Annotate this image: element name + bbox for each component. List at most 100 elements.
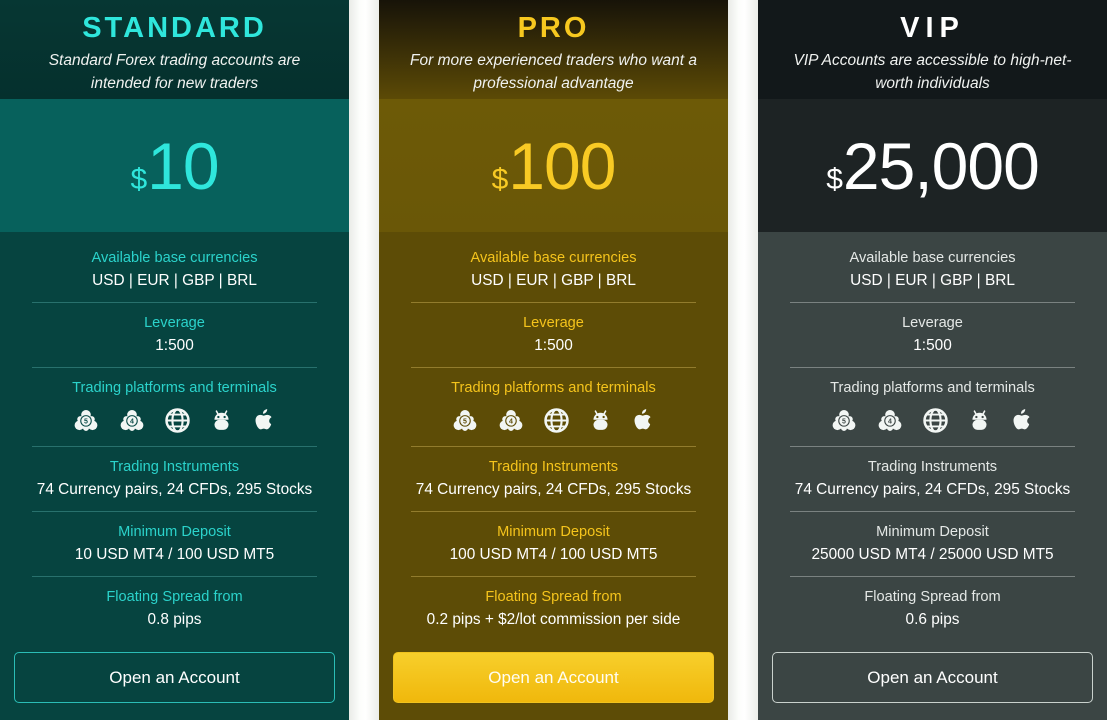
cta-container: Open an Account (379, 652, 728, 720)
feature-row-spread: Floating Spread from 0.6 pips (790, 576, 1075, 641)
web-globe-icon[interactable] (164, 407, 191, 434)
feature-row-min-deposit: Minimum Deposit 100 USD MT4 / 100 USD MT… (411, 511, 696, 576)
feature-value: 74 Currency pairs, 24 CFDs, 295 Stocks (794, 481, 1071, 498)
svg-text:5: 5 (842, 419, 846, 426)
feature-value: 74 Currency pairs, 24 CFDs, 295 Stocks (415, 481, 692, 498)
svg-text:4: 4 (509, 419, 513, 426)
price-amount: 25,000 (842, 128, 1040, 203)
web-globe-icon[interactable] (922, 407, 949, 434)
feature-label: Minimum Deposit (118, 524, 231, 540)
feature-row-platforms: Trading platforms and terminals 5 4 (411, 367, 696, 446)
feature-row-instruments: Trading Instruments 74 Currency pairs, 2… (411, 446, 696, 511)
android-icon[interactable] (588, 407, 613, 434)
feature-value: USD | EUR | GBP | BRL (92, 272, 257, 289)
apple-icon[interactable] (631, 406, 656, 434)
feature-label: Minimum Deposit (876, 524, 989, 540)
feature-row-min-deposit: Minimum Deposit 10 USD MT4 / 100 USD MT5 (32, 511, 317, 576)
platform-icons: 5 4 (790, 403, 1075, 437)
feature-value: 1:500 (155, 337, 194, 354)
feature-list: Available base currencies USD | EUR | GB… (0, 232, 349, 652)
price: $ 100 (491, 128, 617, 203)
feature-row-currencies: Available base currencies USD | EUR | GB… (32, 248, 317, 302)
card-header: PRO For more experienced traders who wan… (379, 0, 728, 99)
feature-value: 1:500 (534, 337, 573, 354)
plan-card-standard: STANDARD Standard Forex trading accounts… (0, 0, 349, 720)
mt4-icon[interactable]: 4 (876, 406, 904, 434)
feature-label: Available base currencies (470, 250, 637, 266)
feature-row-instruments: Trading Instruments 74 Currency pairs, 2… (32, 446, 317, 511)
card-header: VIP VIP Accounts are accessible to high-… (758, 0, 1107, 99)
feature-value: 25000 USD MT4 / 25000 USD MT5 (811, 546, 1054, 563)
plan-description: VIP Accounts are accessible to high-net-… (793, 52, 1072, 92)
apple-icon[interactable] (1010, 406, 1035, 434)
mt5-icon[interactable]: 5 (451, 406, 479, 434)
currency-symbol: $ (826, 162, 843, 196)
platform-icons: 5 4 (411, 403, 696, 437)
mt4-icon[interactable]: 4 (118, 406, 146, 434)
feature-row-instruments: Trading Instruments 74 Currency pairs, 2… (790, 446, 1075, 511)
price: $ 25,000 (826, 128, 1040, 203)
mt5-icon[interactable]: 5 (72, 406, 100, 434)
feature-label: Floating Spread from (864, 589, 1001, 605)
feature-label: Trading Instruments (109, 459, 240, 475)
feature-label: Trading platforms and terminals (451, 380, 656, 396)
web-globe-icon[interactable] (543, 407, 570, 434)
price-amount: 100 (508, 128, 616, 203)
cta-container: Open an Account (758, 652, 1107, 720)
feature-label: Leverage (144, 315, 205, 331)
column-gap (349, 0, 379, 720)
apple-icon[interactable] (252, 406, 277, 434)
feature-label: Minimum Deposit (497, 524, 610, 540)
feature-value: 0.2 pips + $2/lot commission per side (426, 611, 681, 628)
feature-label: Leverage (523, 315, 584, 331)
currency-symbol: $ (491, 162, 509, 196)
cta-container: Open an Account (0, 652, 349, 720)
feature-label: Floating Spread from (106, 589, 243, 605)
mt4-icon[interactable]: 4 (497, 406, 525, 434)
feature-row-currencies: Available base currencies USD | EUR | GB… (411, 248, 696, 302)
feature-label: Available base currencies (91, 250, 258, 266)
plan-title: STANDARD (82, 12, 267, 44)
feature-value: 74 Currency pairs, 24 CFDs, 295 Stocks (36, 481, 313, 498)
feature-row-spread: Floating Spread from 0.2 pips + $2/lot c… (411, 576, 696, 641)
open-account-button[interactable]: Open an Account (14, 652, 335, 703)
android-icon[interactable] (967, 407, 992, 434)
mt5-icon[interactable]: 5 (830, 406, 858, 434)
svg-text:5: 5 (84, 419, 88, 426)
feature-row-spread: Floating Spread from 0.8 pips (32, 576, 317, 641)
price-band: $ 10 (0, 99, 349, 232)
feature-label: Floating Spread from (485, 589, 622, 605)
feature-value: 100 USD MT4 / 100 USD MT5 (449, 546, 658, 563)
price-band: $ 25,000 (758, 99, 1107, 232)
svg-text:4: 4 (888, 419, 892, 426)
android-icon[interactable] (209, 407, 234, 434)
open-account-button[interactable]: Open an Account (393, 652, 714, 703)
feature-row-min-deposit: Minimum Deposit 25000 USD MT4 / 25000 US… (790, 511, 1075, 576)
feature-value: 0.6 pips (905, 611, 960, 628)
feature-label: Trading platforms and terminals (830, 380, 1035, 396)
feature-label: Trading Instruments (867, 459, 998, 475)
feature-value: USD | EUR | GBP | BRL (850, 272, 1015, 289)
feature-row-leverage: Leverage 1:500 (790, 302, 1075, 367)
feature-row-platforms: Trading platforms and terminals 5 4 (32, 367, 317, 446)
pricing-plans-row: STANDARD Standard Forex trading accounts… (0, 0, 1107, 720)
feature-row-leverage: Leverage 1:500 (32, 302, 317, 367)
price: $ 10 (130, 128, 219, 203)
feature-value: 0.8 pips (147, 611, 202, 628)
plan-description: For more experienced traders who want a … (410, 52, 697, 92)
plan-description: Standard Forex trading accounts are inte… (48, 52, 301, 92)
platform-icons: 5 4 (32, 403, 317, 437)
feature-label: Leverage (902, 315, 963, 331)
feature-value: 10 USD MT4 / 100 USD MT5 (74, 546, 275, 563)
feature-row-currencies: Available base currencies USD | EUR | GB… (790, 248, 1075, 302)
plan-title: VIP (900, 12, 965, 44)
svg-text:4: 4 (130, 419, 134, 426)
plan-card-vip: VIP VIP Accounts are accessible to high-… (758, 0, 1107, 720)
currency-symbol: $ (130, 162, 148, 196)
open-account-button[interactable]: Open an Account (772, 652, 1093, 703)
feature-row-platforms: Trading platforms and terminals 5 4 (790, 367, 1075, 446)
feature-list: Available base currencies USD | EUR | GB… (379, 232, 728, 652)
price-amount: 10 (147, 128, 219, 203)
card-header: STANDARD Standard Forex trading accounts… (0, 0, 349, 99)
feature-list: Available base currencies USD | EUR | GB… (758, 232, 1107, 652)
